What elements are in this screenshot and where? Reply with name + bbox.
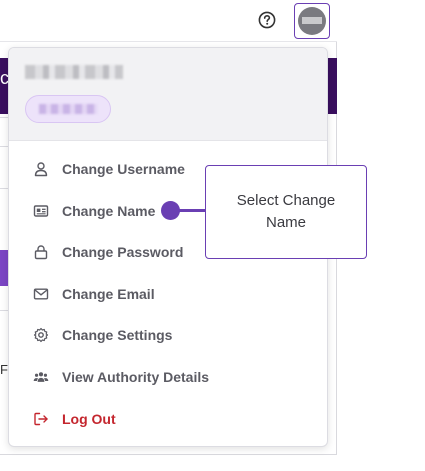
callout-instruction: Select Change Name xyxy=(205,165,367,259)
menu-item-label: Change Settings xyxy=(62,327,173,343)
id-card-icon xyxy=(33,203,49,219)
menu-item-label: Change Username xyxy=(62,161,185,177)
user-role-badge xyxy=(25,95,111,123)
menu-item-label: Change Email xyxy=(62,286,155,302)
top-bar xyxy=(0,0,337,42)
envelope-icon xyxy=(33,286,49,302)
menu-item-label: Change Password xyxy=(62,244,184,260)
menu-item-label: Log Out xyxy=(62,411,116,427)
user-name-redacted xyxy=(25,65,123,79)
menu-item-log-out[interactable]: Log Out xyxy=(9,400,327,438)
menu-item-change-settings[interactable]: Change Settings xyxy=(9,316,327,354)
background-button xyxy=(0,250,8,286)
menu-item-label: View Authority Details xyxy=(62,369,210,385)
callout-connector xyxy=(176,209,206,212)
user-icon xyxy=(33,161,49,177)
callout-pointer-dot xyxy=(161,201,180,220)
menu-item-change-email[interactable]: Change Email xyxy=(9,275,327,313)
menu-item-view-authority-details[interactable]: View Authority Details xyxy=(9,358,327,396)
menu-item-label: Change Name xyxy=(62,203,156,219)
user-avatar-button[interactable] xyxy=(294,3,330,39)
avatar xyxy=(298,7,326,35)
user-info-header xyxy=(9,48,327,141)
gear-icon xyxy=(33,327,49,343)
users-group-icon xyxy=(33,369,49,385)
lock-icon xyxy=(33,244,49,260)
question-circle-icon[interactable] xyxy=(258,11,276,29)
background-edge-letter: F xyxy=(0,362,8,377)
logout-icon xyxy=(33,411,49,427)
